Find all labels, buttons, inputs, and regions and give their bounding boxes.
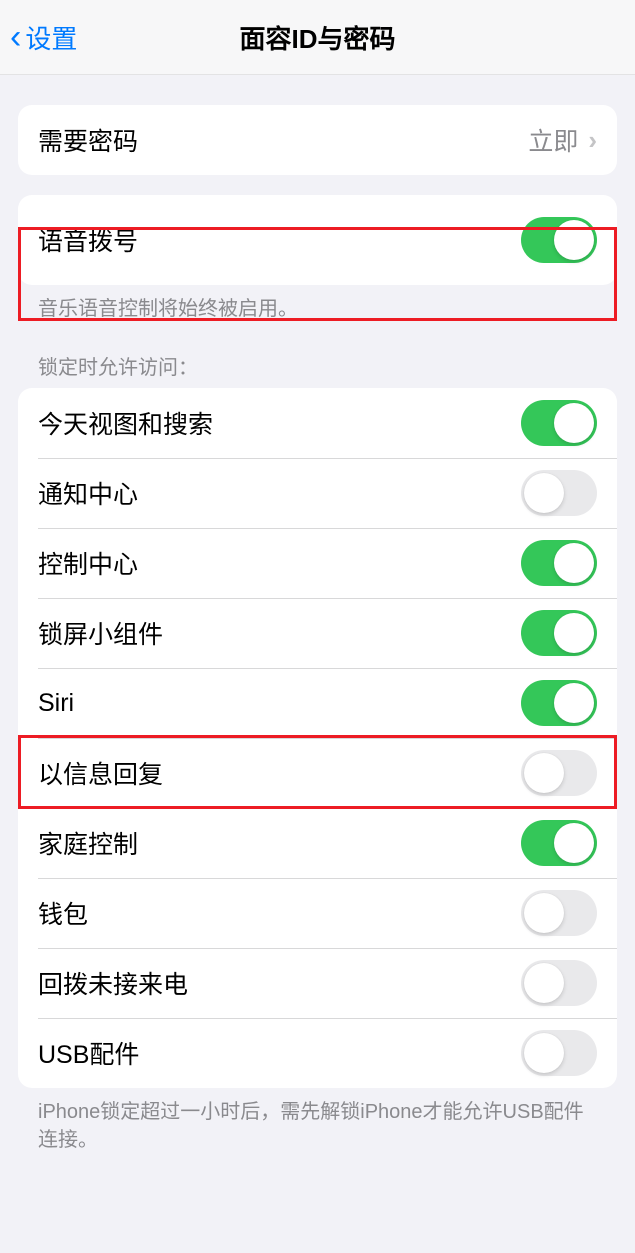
locked-access-toggle[interactable]	[521, 960, 597, 1006]
locked-access-row: 今天视图和搜索	[18, 388, 617, 458]
locked-access-row: 通知中心	[18, 458, 617, 528]
locked-access-row: Siri	[18, 668, 617, 738]
voice-dial-row: 语音拨号	[18, 195, 617, 285]
locked-access-toggle[interactable]	[521, 400, 597, 446]
locked-access-footer: iPhone锁定超过一小时后，需先解锁iPhone才能允许USB配件连接。	[18, 1088, 617, 1154]
require-passcode-label: 需要密码	[38, 122, 138, 158]
nav-bar: ‹ 设置 面容ID与密码	[0, 0, 635, 75]
locked-access-label: 今天视图和搜索	[38, 405, 213, 441]
voice-dial-toggle[interactable]	[521, 217, 597, 263]
voice-dial-footer: 音乐语音控制将始终被启用。	[18, 285, 617, 323]
back-label: 设置	[25, 19, 77, 56]
locked-access-toggle[interactable]	[521, 890, 597, 936]
toggle-knob	[554, 613, 594, 653]
locked-access-label: 以信息回复	[38, 755, 163, 791]
toggle-knob	[524, 1033, 564, 1073]
voice-dial-label: 语音拨号	[38, 222, 138, 258]
require-passcode-row[interactable]: 需要密码 立即 ›	[18, 105, 617, 175]
locked-access-row: 钱包	[18, 878, 617, 948]
toggle-knob	[554, 220, 594, 260]
toggle-knob	[554, 543, 594, 583]
page-title: 面容ID与密码	[239, 19, 395, 56]
chevron-left-icon: ‹	[10, 20, 21, 54]
locked-access-label: 锁屏小组件	[38, 615, 163, 651]
toggle-knob	[524, 893, 564, 933]
toggle-knob	[524, 963, 564, 1003]
locked-access-toggle[interactable]	[521, 680, 597, 726]
locked-access-label: Siri	[38, 689, 74, 718]
toggle-knob	[524, 473, 564, 513]
locked-access-toggle[interactable]	[521, 470, 597, 516]
toggle-knob	[554, 823, 594, 863]
locked-access-row: 以信息回复	[18, 738, 617, 808]
locked-access-toggle[interactable]	[521, 1030, 597, 1076]
toggle-knob	[554, 403, 594, 443]
locked-access-toggle[interactable]	[521, 610, 597, 656]
locked-access-label: 家庭控制	[38, 825, 138, 861]
locked-access-toggle[interactable]	[521, 750, 597, 796]
chevron-right-icon: ›	[588, 125, 597, 156]
locked-access-row: 家庭控制	[18, 808, 617, 878]
locked-access-header: 锁定时允许访问：	[18, 351, 617, 388]
toggle-knob	[554, 683, 594, 723]
require-passcode-value: 立即	[528, 122, 578, 158]
locked-access-label: 控制中心	[38, 545, 138, 581]
back-button[interactable]: ‹ 设置	[10, 19, 77, 56]
toggle-knob	[524, 753, 564, 793]
locked-access-row: 回拨未接来电	[18, 948, 617, 1018]
locked-access-label: 回拨未接来电	[38, 965, 188, 1001]
locked-access-toggle[interactable]	[521, 820, 597, 866]
locked-access-label: 钱包	[38, 895, 88, 931]
locked-access-row: 锁屏小组件	[18, 598, 617, 668]
locked-access-label: USB配件	[38, 1035, 139, 1071]
locked-access-label: 通知中心	[38, 475, 138, 511]
locked-access-toggle[interactable]	[521, 540, 597, 586]
locked-access-row: 控制中心	[18, 528, 617, 598]
locked-access-row: USB配件	[18, 1018, 617, 1088]
